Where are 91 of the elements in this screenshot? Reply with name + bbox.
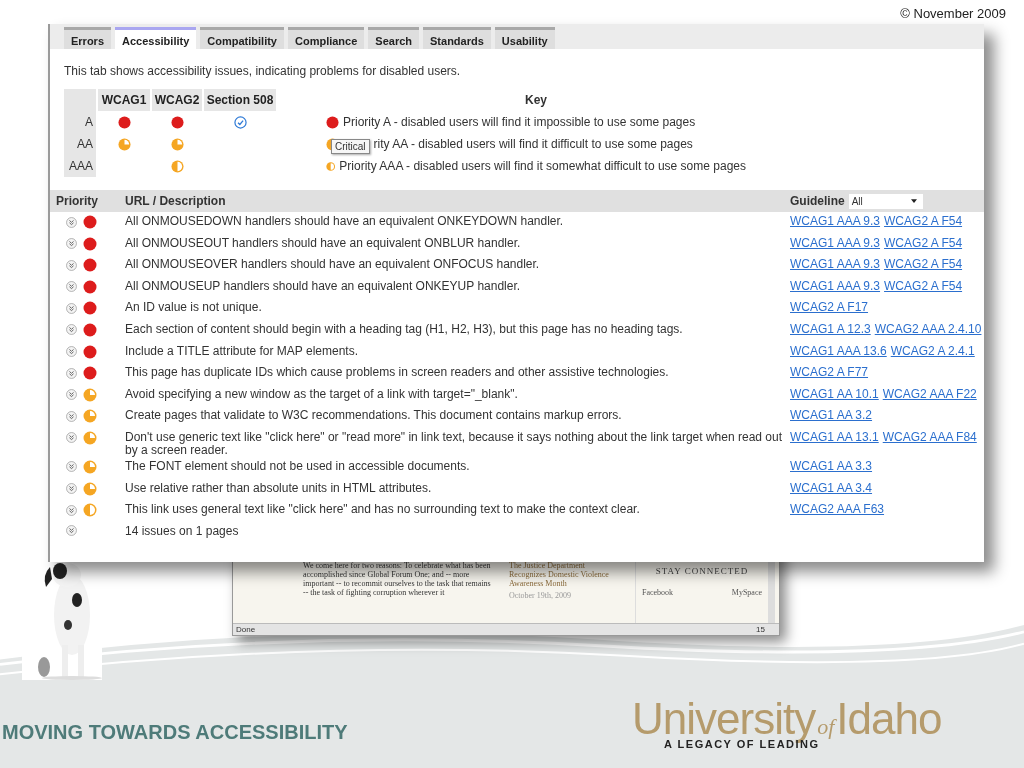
news-headline[interactable]: The Justice Department Recognizes Domestic Violence Awareness Month — [509, 561, 619, 588]
key-text: rity AA - disabled users will find it difficult to use some pages — [373, 137, 693, 151]
guideline-link[interactable]: WCAG1 AA 3.2 — [790, 409, 873, 423]
table-cell-text: Avoid specifying a new window as the target of a link with target="_blank". — [125, 387, 519, 401]
logo-text: of — [817, 714, 835, 740]
table-cell-text: All ONMOUSEOVER handlers should have an equivalent ONFOCUS handler. — [125, 258, 541, 272]
guideline-link[interactable]: WCAG2 A F54 — [884, 279, 963, 293]
expand-icon[interactable] — [66, 410, 77, 422]
expand-icon[interactable] — [66, 259, 77, 271]
tab[interactable]: Usability — [494, 27, 555, 49]
guideline-link[interactable]: WCAG1 AAA 13.6 — [790, 344, 887, 358]
key-text: Priority A - disabled users will find it impossible to use some pages — [343, 115, 696, 129]
expand-icon[interactable] — [66, 324, 77, 336]
logo-text: Idaho — [836, 696, 942, 742]
key-text: Priority AAA - disabled users will find it somewhat difficult to use some pages — [339, 159, 746, 173]
tab[interactable]: Compatibility — [200, 27, 284, 49]
guideline-dropdown[interactable]: All — [848, 193, 923, 209]
guideline-link[interactable]: WCAG1 AA 3.4 — [790, 481, 873, 495]
guideline-link[interactable]: WCAG1 AA 10.1 — [790, 387, 879, 401]
tab[interactable]: Search — [368, 27, 420, 49]
expand-icon[interactable] — [66, 389, 77, 401]
guideline-link[interactable]: WCAG2 AAA F84 — [882, 430, 977, 444]
column-header: Guideline — [790, 194, 845, 208]
column-header: URL / Description — [125, 194, 227, 208]
table-cell-text: The FONT element should not be used in accessible documents. — [125, 459, 471, 473]
column-header: Priority — [55, 194, 99, 208]
expand-icon[interactable] — [66, 524, 77, 536]
expand-icon[interactable] — [66, 432, 77, 444]
expand-icon[interactable] — [66, 461, 77, 473]
header-cell — [64, 89, 96, 111]
guideline-link[interactable]: WCAG2 AAA F63 — [790, 503, 885, 517]
news-date: October 19th, 2009 — [509, 591, 572, 600]
expand-icon[interactable] — [66, 346, 77, 358]
guideline-link[interactable]: WCAG2 AAA F22 — [882, 387, 977, 401]
guideline-link[interactable]: WCAG2 A F54 — [884, 236, 963, 250]
guideline-link[interactable]: WCAG2 AAA 2.4.10 — [874, 322, 982, 336]
logo-text: University — [632, 696, 816, 742]
tab[interactable]: Standards — [423, 27, 491, 49]
tooltip: Critical — [331, 138, 370, 154]
tab[interactable]: Accessibility — [115, 27, 197, 49]
guideline-link[interactable]: WCAG1 A 12.3 — [790, 322, 871, 336]
tab[interactable]: Compliance — [287, 27, 365, 49]
expand-icon[interactable] — [66, 281, 77, 293]
table-cell-text: This link uses general text like "click here" and has no surrounding text to make the context clear. — [125, 503, 641, 517]
column-header: WCAG2 — [152, 89, 202, 111]
panel-title: STAY CONNECTED — [654, 566, 750, 576]
social-link[interactable]: Facebook — [642, 588, 674, 597]
social-link[interactable]: MySpace — [731, 588, 762, 597]
intro-text: This tab shows accessibility issues, indicating problems for disabled users. — [64, 64, 462, 78]
row-label: AA — [64, 133, 96, 155]
table-cell-text: All ONMOUSEOUT handlers should have an equivalent ONBLUR handler. — [125, 236, 522, 250]
guideline-link[interactable]: WCAG2 A F17 — [790, 301, 869, 315]
guideline-link[interactable]: WCAG1 AAA 9.3 — [790, 215, 881, 228]
guideline-link[interactable]: WCAG1 AAA 9.3 — [790, 236, 881, 250]
article-text: We come here for two reasons: To celebrate what has been accomplished since Global Forum One; and -- more important -- to recommit ourselves to the task that remains -- the task of fighting corruption wherever it — [303, 561, 492, 597]
guideline-link[interactable]: WCAG2 A 2.4.1 — [890, 344, 975, 358]
guideline-link[interactable]: WCAG2 A F77 — [790, 366, 869, 380]
key-title: Key — [524, 92, 548, 109]
slide-title: MOVING TOWARDS ACCESSIBILITY — [2, 721, 348, 744]
row-label: AAA — [64, 155, 96, 177]
issue-count: 14 issues on 1 pages — [125, 524, 240, 538]
column-header: Section 508 — [204, 89, 276, 111]
table-cell-text: This page has duplicate IDs which cause problems in screen readers and other assistive technologies. — [125, 366, 670, 380]
caret-icon — [910, 199, 917, 203]
expand-icon[interactable] — [66, 216, 77, 228]
table-cell-text: Include a TITLE attribute for MAP elements. — [125, 344, 359, 358]
table-cell-text: Don't use generic text like "click here" or "read more" in link text, because it says nothing about the link target when read out by a screen reader. — [125, 430, 783, 457]
row-label: A — [64, 111, 96, 133]
table-cell-text: Each section of content should begin with a heading tag (H1, H2, H3), but this page has no heading tags. — [125, 322, 684, 336]
expand-icon[interactable] — [66, 302, 77, 314]
status-text: Done — [236, 624, 256, 635]
copyright-text: © November 2009 — [900, 6, 1006, 21]
guideline-link[interactable]: WCAG1 AA 3.3 — [790, 459, 873, 473]
expand-icon[interactable] — [66, 483, 77, 495]
guideline-link[interactable]: WCAG1 AAA 9.3 — [790, 258, 881, 272]
guideline-link[interactable]: WCAG2 A F54 — [884, 258, 963, 272]
guideline-link[interactable]: WCAG2 A F54 — [884, 215, 963, 228]
scrollbar[interactable] — [768, 561, 775, 623]
tab[interactable]: Errors — [64, 27, 112, 49]
table-cell-text: An ID value is not unique. — [125, 301, 263, 315]
expand-icon[interactable] — [66, 367, 77, 379]
expand-icon[interactable] — [66, 238, 77, 250]
guideline-link[interactable]: WCAG1 AA 13.1 — [790, 430, 879, 444]
guideline-link[interactable]: WCAG1 AAA 9.3 — [790, 279, 881, 293]
table-cell-text: All ONMOUSEDOWN handlers should have an equivalent ONKEYDOWN handler. — [125, 215, 565, 228]
table-cell-text: Use relative rather than absolute units in HTML attributes. — [125, 481, 433, 495]
expand-icon[interactable] — [66, 504, 77, 516]
counter-text: 15 — [756, 624, 765, 635]
column-header: WCAG1 — [98, 89, 150, 111]
table-cell-text: All ONMOUSEUP handlers should have an equivalent ONKEYUP handler. — [125, 279, 522, 293]
table-cell-text: Create pages that validate to W3C recommendations. This document contains markup errors. — [125, 409, 623, 423]
